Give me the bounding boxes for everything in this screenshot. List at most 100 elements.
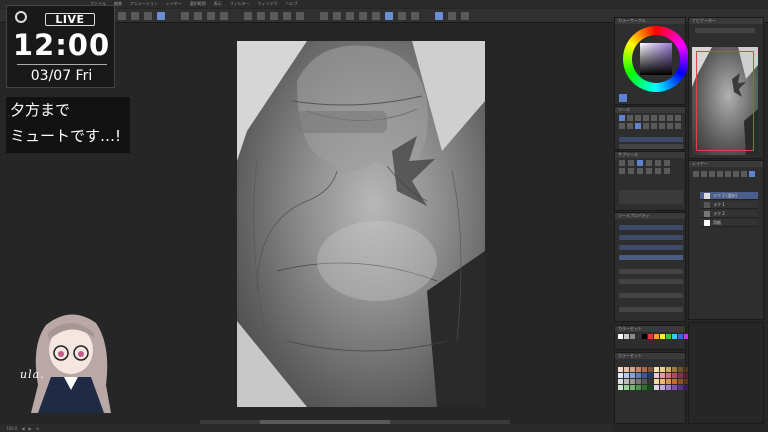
menu-item[interactable]: フィルター — [230, 1, 250, 7]
swatch[interactable] — [666, 373, 671, 378]
swatch[interactable] — [636, 373, 641, 378]
layer-row[interactable]: ラフ 1 — [700, 201, 758, 209]
invert-icon[interactable] — [244, 11, 252, 20]
swatch[interactable] — [636, 334, 641, 339]
text-tool-icon[interactable] — [667, 115, 673, 121]
opacity-slider[interactable] — [619, 144, 683, 149]
save-icon[interactable] — [144, 11, 152, 20]
subtool-icon[interactable] — [637, 168, 643, 174]
swatch[interactable] — [630, 385, 635, 390]
duplicate-layer-icon[interactable] — [709, 171, 715, 177]
swatch[interactable] — [660, 385, 665, 390]
fill-icon[interactable] — [411, 11, 419, 20]
swatch[interactable] — [672, 367, 677, 372]
color-icon[interactable] — [359, 11, 367, 20]
swatch[interactable] — [618, 373, 623, 378]
grid-icon[interactable] — [346, 11, 354, 20]
mask-icon[interactable] — [725, 171, 731, 177]
zoom-out-icon[interactable] — [270, 11, 278, 20]
brush-tool-icon[interactable] — [627, 115, 633, 121]
menu-item[interactable]: 編集 — [114, 1, 122, 7]
swatch[interactable] — [654, 367, 659, 372]
ruler-icon[interactable] — [333, 11, 341, 20]
tool-icon[interactable] — [667, 123, 673, 129]
redo-icon[interactable] — [181, 11, 189, 20]
swatch[interactable] — [660, 373, 665, 378]
subtool-icon[interactable] — [628, 168, 634, 174]
swatch[interactable] — [678, 334, 683, 339]
subtool-icon[interactable] — [628, 160, 634, 166]
swatch[interactable] — [678, 385, 683, 390]
swatch[interactable] — [648, 379, 653, 384]
property-slider[interactable] — [619, 245, 683, 250]
fill-tool-icon[interactable] — [643, 115, 649, 121]
clear-icon[interactable] — [194, 11, 202, 20]
move-tool-icon[interactable] — [659, 115, 665, 121]
swatch[interactable] — [672, 379, 677, 384]
zoom-in-icon[interactable] — [257, 11, 265, 20]
swatch[interactable] — [678, 379, 683, 384]
swatch[interactable] — [624, 373, 629, 378]
delete-layer-icon[interactable] — [749, 171, 755, 177]
swatch[interactable] — [636, 379, 641, 384]
swatch[interactable] — [636, 385, 641, 390]
rotate-icon[interactable] — [283, 11, 291, 20]
swatch[interactable] — [660, 367, 665, 372]
swatch[interactable] — [642, 385, 647, 390]
swatch[interactable] — [648, 334, 653, 339]
swatch[interactable] — [672, 373, 677, 378]
layer-icon[interactable] — [435, 11, 443, 20]
subtool-icon[interactable] — [646, 168, 652, 174]
swatch[interactable] — [672, 334, 677, 339]
new-layer-icon[interactable] — [693, 171, 699, 177]
property-slider[interactable] — [619, 235, 683, 240]
swatch[interactable] — [654, 385, 659, 390]
status-icon[interactable]: ◀ — [21, 426, 24, 431]
snap-icon[interactable] — [320, 11, 328, 20]
swatch[interactable] — [654, 379, 659, 384]
swatch[interactable] — [672, 385, 677, 390]
lasso-icon[interactable] — [398, 11, 406, 20]
tool-icon[interactable] — [619, 123, 625, 129]
tool-icon[interactable] — [643, 123, 649, 129]
color-wheel-icon[interactable] — [623, 26, 689, 92]
property-slider[interactable] — [619, 307, 683, 312]
swatch[interactable] — [660, 379, 665, 384]
drawing-canvas[interactable] — [237, 41, 485, 407]
swatch[interactable] — [624, 385, 629, 390]
subtool-icon[interactable] — [655, 160, 661, 166]
swatch[interactable] — [642, 379, 647, 384]
swatch[interactable] — [624, 334, 629, 339]
menu-item[interactable]: ヘルプ — [286, 1, 298, 7]
property-slider[interactable] — [619, 255, 683, 260]
settings-icon[interactable] — [448, 11, 456, 20]
tool-icon[interactable] — [651, 123, 657, 129]
transform-icon[interactable] — [207, 11, 215, 20]
status-icon[interactable]: ⟲ — [36, 426, 39, 431]
pen-tool-icon[interactable] — [619, 115, 625, 121]
new-file-icon[interactable] — [118, 11, 126, 20]
tool-icon[interactable] — [659, 123, 665, 129]
lock-icon[interactable] — [741, 171, 747, 177]
swatch[interactable] — [630, 334, 635, 339]
swatch[interactable] — [666, 379, 671, 384]
subtool-icon[interactable] — [655, 168, 661, 174]
property-slider[interactable] — [619, 225, 683, 230]
swatch[interactable] — [624, 367, 629, 372]
swatch[interactable] — [618, 379, 623, 384]
deselect-icon[interactable] — [220, 11, 228, 20]
tool-icon[interactable] — [627, 123, 633, 129]
folder-icon[interactable] — [461, 11, 469, 20]
merge-layer-icon[interactable] — [717, 171, 723, 177]
saturation-square[interactable] — [640, 43, 672, 75]
swatch[interactable] — [654, 373, 659, 378]
main-color-swatch[interactable] — [619, 94, 627, 102]
flip-icon[interactable] — [296, 11, 304, 20]
status-icon[interactable]: ▶ — [29, 426, 32, 431]
menu-item[interactable]: 選択範囲 — [190, 1, 206, 7]
subtool-icon[interactable] — [646, 160, 652, 166]
swatch[interactable] — [660, 334, 665, 339]
swatch[interactable] — [642, 367, 647, 372]
undo-icon[interactable] — [157, 11, 165, 20]
tool-icon[interactable] — [635, 123, 641, 129]
